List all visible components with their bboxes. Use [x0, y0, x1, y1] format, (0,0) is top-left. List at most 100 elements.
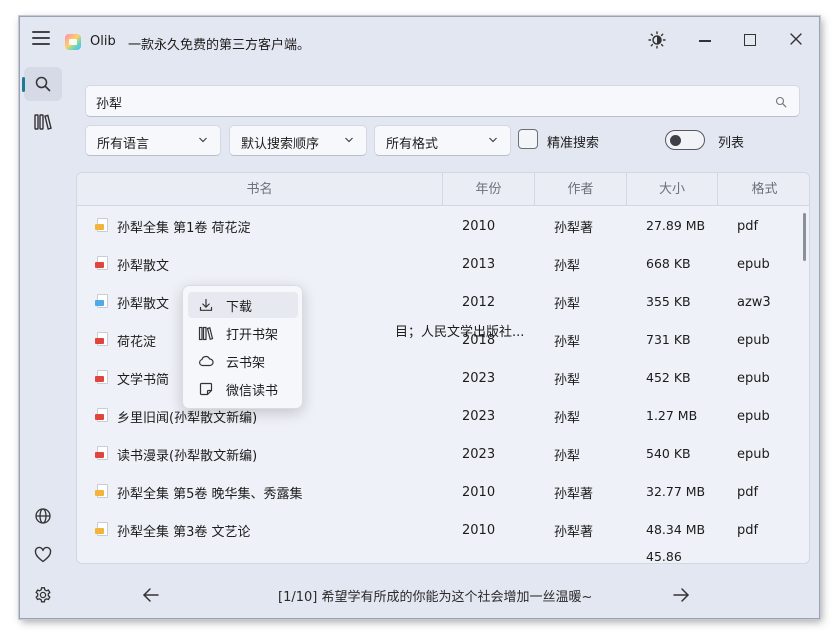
footer-message: [1/10] 希望学有所成的你能为这个社会增加一丝温暖~ [278, 590, 593, 605]
book-title: 孙犁全集 第5卷 晚华集、秀露集 [117, 486, 303, 502]
sidebar-item-library[interactable] [24, 105, 62, 139]
exact-search-label: 精准搜索 [547, 136, 600, 151]
epub-file-icon [95, 446, 109, 462]
app-name: Olib [90, 34, 116, 49]
azw3-file-icon [95, 294, 109, 310]
gear-icon [35, 587, 51, 603]
heart-icon [34, 546, 52, 563]
context-menu-label: 微信读书 [226, 383, 279, 399]
search-submit-icon[interactable] [775, 96, 787, 108]
table-scrollbar[interactable] [803, 213, 806, 261]
book-format: pdf [737, 522, 759, 538]
maximize-button[interactable] [736, 29, 764, 51]
note-icon [198, 381, 214, 397]
book-format: pdf [737, 218, 759, 234]
book-size: 32.77 MB [646, 484, 706, 499]
order-dropdown[interactable]: 默认搜索顺序 [229, 125, 367, 156]
book-size: 540 KB [646, 446, 691, 461]
book-title-cell: 孙犁散文 [95, 245, 435, 283]
column-header-author[interactable]: 作者 [535, 173, 627, 206]
table-row[interactable]: 孙犁全集 第5卷 晚华集、秀露集 2010 孙犁著 32.77 MB pdf [77, 473, 802, 511]
table-row[interactable]: 孙犁全集 第1卷 荷花淀 2010 孙犁著 27.89 MB pdf [77, 207, 802, 245]
table-row-partial[interactable]: 45.86 [77, 549, 802, 561]
book-title: 孙犁散文 [117, 258, 170, 274]
pdf-file-icon [95, 218, 109, 234]
pdf-file-icon [95, 522, 109, 538]
chevron-down-icon [199, 137, 207, 143]
book-format: epub [737, 408, 770, 424]
book-author: 孙犁 [554, 448, 581, 464]
close-button[interactable] [782, 29, 810, 51]
app-slogan: 一款永久免费的第三方客户端。 [128, 38, 311, 53]
book-author: 孙犁 [554, 334, 581, 350]
sidebar [20, 63, 64, 619]
book-title-cell: 孙犁全集 第1卷 荷花淀 [95, 207, 435, 245]
toggle-knob [670, 134, 681, 146]
list-view-toggle[interactable] [665, 130, 705, 150]
book-format: azw3 [737, 294, 771, 310]
sidebar-item-settings[interactable] [24, 578, 62, 612]
theme-toggle-button[interactable] [645, 29, 669, 51]
epub-file-icon [95, 332, 109, 348]
search-box [85, 85, 800, 117]
book-title: 文学书简 [117, 372, 170, 388]
brightness-icon [648, 31, 666, 49]
next-quote-button[interactable] [670, 585, 692, 605]
table-header: 书名 年份 作者 大小 格式 [77, 173, 809, 206]
book-format: pdf [737, 484, 759, 500]
chevron-down-icon [489, 137, 497, 143]
search-input[interactable] [96, 92, 756, 112]
sidebar-item-web[interactable] [24, 499, 62, 533]
book-title-cell: 读书漫录(孙犁散文新编) [95, 435, 435, 473]
pdf-file-icon [95, 484, 109, 500]
context-menu-label: 云书架 [226, 355, 266, 371]
column-header-format[interactable]: 格式 [718, 173, 809, 206]
context-menu-download[interactable]: 下载 [188, 292, 298, 318]
previous-quote-button[interactable] [140, 585, 162, 605]
arrow-left-icon [143, 588, 159, 602]
book-year: 2018 [462, 332, 496, 348]
bookshelf-icon [34, 114, 52, 130]
app-logo-icon [65, 34, 81, 50]
column-header-year[interactable]: 年份 [443, 173, 535, 206]
book-year: 2023 [462, 370, 496, 386]
arrow-right-icon [673, 588, 689, 602]
book-title-tail: 目；人民文学出版社... [395, 325, 525, 340]
format-dropdown-label: 所有格式 [386, 137, 439, 152]
epub-file-icon [95, 256, 109, 272]
book-size: 45.86 [646, 549, 682, 561]
download-icon [198, 297, 214, 313]
book-year: 2010 [462, 218, 496, 234]
format-dropdown[interactable]: 所有格式 [374, 125, 511, 156]
table-row[interactable]: 孙犁全集 第3卷 文艺论 2010 孙犁著 48.34 MB pdf [77, 511, 802, 549]
exact-search-checkbox[interactable] [518, 129, 538, 149]
minimize-button[interactable] [692, 29, 720, 51]
book-year: 2013 [462, 256, 496, 272]
column-header-title[interactable]: 书名 [77, 173, 443, 206]
book-size: 1.27 MB [646, 408, 698, 423]
book-year: 2023 [462, 446, 496, 462]
table-row[interactable]: 读书漫录(孙犁散文新编) 2023 孙犁 540 KB epub [77, 435, 802, 473]
context-menu-wechat-read[interactable]: 微信读书 [188, 376, 298, 402]
book-size: 668 KB [646, 256, 691, 271]
book-year: 2012 [462, 294, 496, 310]
search-icon [35, 76, 51, 92]
book-author: 孙犁 [554, 296, 581, 312]
sidebar-item-favorites[interactable] [24, 538, 62, 572]
book-title: 荷花淀 [117, 334, 157, 350]
sidebar-item-search[interactable] [22, 67, 62, 101]
language-dropdown[interactable]: 所有语言 [85, 125, 221, 156]
table-row[interactable]: 孙犁散文 2013 孙犁 668 KB epub [77, 245, 802, 283]
book-format: epub [737, 446, 770, 462]
context-menu-open-shelf[interactable]: 打开书架 [188, 320, 298, 346]
hamburger-menu-icon[interactable] [32, 31, 50, 47]
language-dropdown-label: 所有语言 [97, 137, 150, 152]
book-size: 27.89 MB [646, 218, 706, 233]
bookshelf-icon [198, 325, 214, 341]
epub-file-icon [95, 370, 109, 386]
column-header-size[interactable]: 大小 [627, 173, 718, 206]
context-menu-cloud-shelf[interactable]: 云书架 [188, 348, 298, 374]
book-format: epub [737, 256, 770, 272]
close-icon [790, 33, 802, 45]
book-title-cell: 孙犁全集 第3卷 文艺论 [95, 511, 435, 549]
